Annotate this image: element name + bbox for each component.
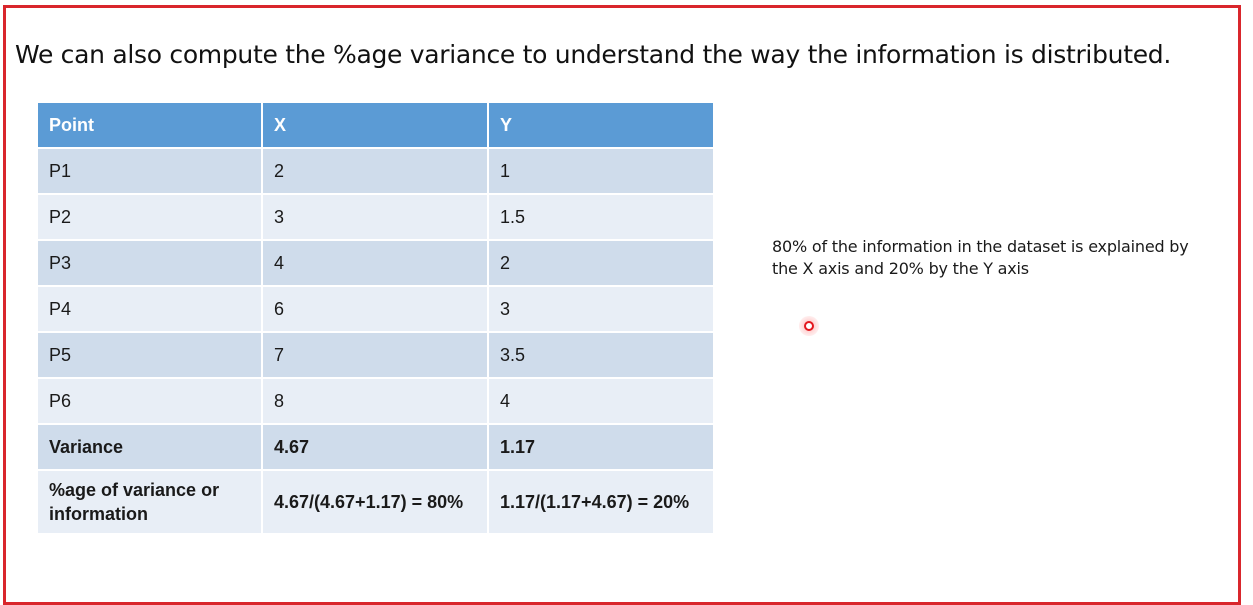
percentage-row: %age of variance or information 4.67/(4.… [36,469,715,535]
percentage-y: 1.17/(1.17+4.67) = 20% [487,469,715,535]
y-cell: 2 [487,239,715,287]
header-point: Point [36,101,263,149]
point-cell: P6 [36,377,263,425]
x-cell: 6 [261,285,489,333]
y-cell: 1.5 [487,193,715,241]
percentage-x: 4.67/(4.67+1.17) = 80% [261,469,489,535]
variance-x: 4.67 [261,423,489,471]
point-cell: P4 [36,285,263,333]
variance-y: 1.17 [487,423,715,471]
table-row: P2 3 1.5 [36,193,715,241]
slide-headline: We can also compute the %age variance to… [15,40,1171,69]
table-row: P3 4 2 [36,239,715,287]
table-row: P5 7 3.5 [36,331,715,379]
table-row: P1 2 1 [36,147,715,195]
x-cell: 7 [261,331,489,379]
y-cell: 3.5 [487,331,715,379]
header-x: X [261,101,489,149]
variance-row: Variance 4.67 1.17 [36,423,715,471]
y-cell: 1 [487,147,715,195]
point-cell: P2 [36,193,263,241]
header-y: Y [487,101,715,149]
explanation-note: 80% of the information in the dataset is… [772,237,1189,278]
table-header-row: Point X Y [36,101,715,149]
variance-table: Point X Y P1 2 1 P2 3 1.5 P3 4 2 P4 6 3 … [36,101,715,535]
x-cell: 4 [261,239,489,287]
x-cell: 2 [261,147,489,195]
table-row: P4 6 3 [36,285,715,333]
point-cell: P5 [36,331,263,379]
y-cell: 4 [487,377,715,425]
x-cell: 3 [261,193,489,241]
table-row: P6 8 4 [36,377,715,425]
point-cell: P1 [36,147,263,195]
y-cell: 3 [487,285,715,333]
variance-label: Variance [36,423,263,471]
point-cell: P3 [36,239,263,287]
percentage-label: %age of variance or information [36,469,263,535]
laser-pointer-icon [799,316,819,336]
x-cell: 8 [261,377,489,425]
